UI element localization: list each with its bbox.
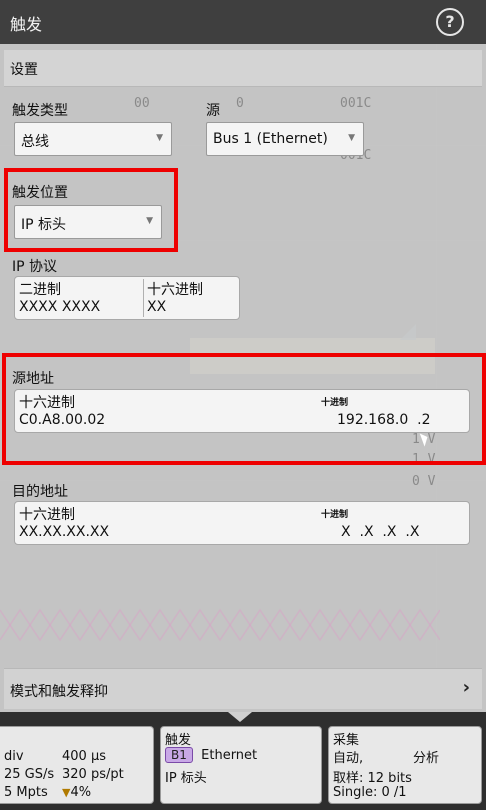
horizontal-badge[interactable]: div 400 µs 25 GS/s 320 ps/pt 5 Mpts ▼4% — [0, 726, 154, 804]
highlight-box-source-address — [2, 353, 486, 465]
dest-address-hex-caption: 十六进制 — [19, 507, 75, 523]
ghost-value: 0 V — [412, 474, 436, 489]
ghost-waveform — [0, 608, 440, 642]
acquisition-single: Single: 0 /1 — [333, 785, 407, 800]
acquisition-mode: 自动, — [333, 751, 364, 766]
trigger-type-dropdown[interactable]: 总线 ▼ — [14, 122, 172, 156]
position-percent: ▼4% — [62, 785, 92, 800]
dest-address-label: 目的地址 — [12, 484, 68, 500]
ip-protocol-label: IP 协议 — [12, 259, 58, 275]
acquisition-analyze: 分析 — [413, 751, 440, 766]
source-label: 源 — [206, 103, 220, 119]
dropdown-arrow-icon: ▼ — [348, 133, 355, 143]
trigger-type-value: 总线 — [21, 134, 49, 150]
trigger-badge-position: IP 标头 — [165, 771, 207, 786]
b1-chip: B1 — [165, 747, 193, 763]
trigger-type-label: 触发类型 — [12, 103, 68, 119]
dialog-titlebar: 触发 ? — [0, 0, 486, 44]
dropdown-arrow-icon: ▼ — [156, 133, 163, 143]
settings-header[interactable]: 设置 — [4, 50, 482, 87]
highlight-box-trigger-position — [4, 168, 178, 252]
trigger-dialog-screen: 00 0 001C 001C 1 V 1 V 0 V 触发 ? 设置 触发类型 … — [0, 0, 486, 810]
dest-address-hex-value[interactable]: XX.XX.XX.XX — [19, 524, 109, 540]
acquisition-sample: 取样: 12 bits — [333, 771, 412, 786]
dest-address-dec-value[interactable]: X .X .X .X — [341, 524, 419, 540]
sample-rate: 25 GS/s — [4, 767, 55, 782]
ghost-value: 001C — [340, 96, 372, 111]
dialog-title: 触发 — [10, 15, 43, 34]
dest-address-dec-caption: 十进制 — [321, 510, 349, 520]
record-length: 5 Mpts — [4, 785, 48, 800]
trigger-badge[interactable]: 触发 B1 Ethernet IP 标头 — [160, 726, 322, 804]
ip-protocol-field[interactable]: 二进制 XXXX XXXX 十六进制 XX — [14, 276, 240, 320]
ip-protocol-hex-caption: 十六进制 — [147, 282, 203, 298]
resolution: 320 ps/pt — [62, 767, 124, 782]
acquisition-badge[interactable]: 采集 自动, 分析 取样: 12 bits Single: 0 /1 — [328, 726, 482, 804]
ip-protocol-binary-value[interactable]: XXXX XXXX — [19, 299, 100, 315]
dest-address-field[interactable]: 十六进制 XX.XX.XX.XX 十进制 X .X .X .X — [14, 501, 470, 545]
help-icon[interactable]: ? — [436, 8, 464, 36]
source-dropdown[interactable]: Bus 1 (Ethernet) ▼ — [206, 122, 364, 156]
source-value: Bus 1 (Ethernet) — [213, 131, 328, 147]
ip-protocol-binary-caption: 二进制 — [19, 282, 61, 298]
acquisition-badge-title: 采集 — [333, 733, 360, 748]
ip-protocol-hex-value[interactable]: XX — [147, 299, 166, 315]
trigger-badge-title: 触发 — [165, 733, 192, 748]
chevron-right-icon: › — [462, 677, 470, 698]
horizontal-scale-value: 400 µs — [62, 749, 106, 764]
mode-holdoff-row[interactable]: 模式和触发释抑 › — [4, 668, 482, 709]
ghost-value: 0 — [236, 96, 244, 111]
panel-pointer-icon — [228, 712, 252, 722]
settings-header-label: 设置 — [10, 62, 38, 78]
field-divider — [143, 279, 144, 317]
horizontal-scale-unit: div — [4, 749, 24, 764]
trigger-panel: 00 0 001C 001C 1 V 1 V 0 V 触发 ? 设置 触发类型 … — [0, 0, 486, 712]
mode-holdoff-label: 模式和触发释抑 — [10, 684, 108, 700]
ghost-value: 00 — [134, 96, 150, 111]
trigger-badge-source: B1 Ethernet — [165, 747, 257, 763]
